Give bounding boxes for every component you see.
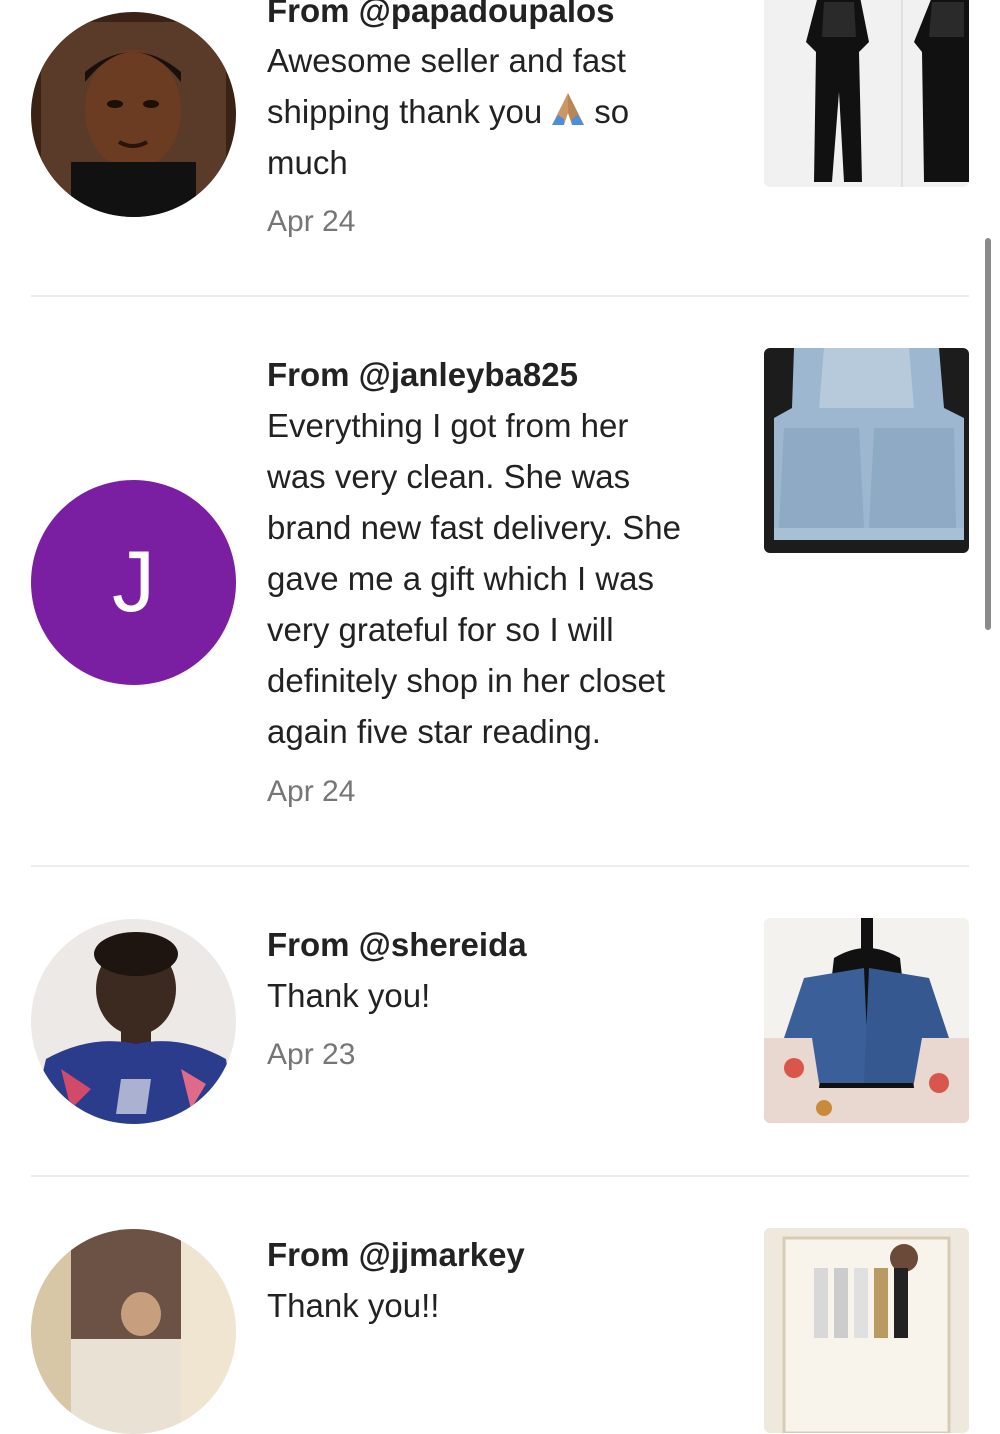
- product-thumbnail[interactable]: [764, 0, 969, 187]
- product-thumbnail[interactable]: [764, 1228, 969, 1433]
- scrollbar[interactable]: [985, 238, 991, 630]
- review-text: Thank you!: [267, 977, 431, 1014]
- folded-hands-icon: [552, 93, 585, 125]
- reviewer-avatar[interactable]: [31, 12, 236, 217]
- reviewer-avatar[interactable]: [31, 919, 236, 1124]
- review-author[interactable]: From @papadoupalos: [267, 0, 615, 30]
- review-author[interactable]: From @janleyba825: [267, 356, 578, 394]
- divider: [31, 1175, 969, 1177]
- review-date: Apr 24: [267, 205, 356, 238]
- reviewer-avatar[interactable]: [31, 1229, 236, 1434]
- review-author[interactable]: From @jjmarkey: [267, 1236, 525, 1274]
- review-date: Apr 23: [267, 1038, 356, 1071]
- review-text: Awesome seller and fast shipping thank y…: [267, 42, 630, 181]
- review-text: Thank you!!: [267, 1287, 440, 1324]
- avatar-letter: J: [112, 534, 155, 630]
- product-thumbnail[interactable]: [764, 918, 969, 1123]
- divider: [31, 295, 969, 297]
- product-thumbnail[interactable]: [764, 348, 969, 553]
- divider: [31, 865, 969, 867]
- review-text: Everything I got from her was very clean…: [267, 407, 681, 750]
- reviewer-avatar[interactable]: J: [31, 480, 236, 685]
- review-author[interactable]: From @shereida: [267, 926, 527, 964]
- review-date: Apr 24: [267, 775, 356, 808]
